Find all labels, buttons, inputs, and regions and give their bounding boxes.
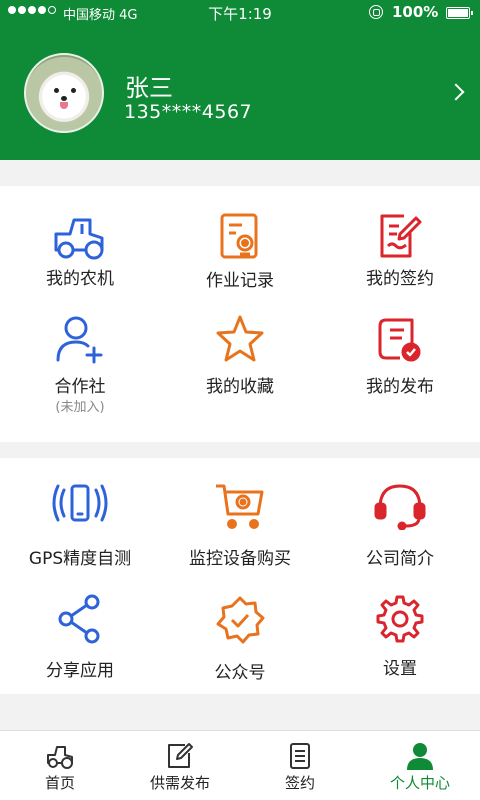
menu-item-label: 作业记录 (206, 271, 274, 291)
tractor-icon (54, 218, 104, 260)
menu-item-cooperative[interactable]: 合作社 (未加入) (0, 306, 160, 442)
menu-section-secondary: GPS精度自测 监控设备购买 公司简介 分享应用 公众号 设置 (0, 458, 480, 694)
menu-item-label: 公司简介 (366, 549, 434, 569)
menu-item-settings[interactable]: 设置 (320, 578, 480, 694)
cart-camera-icon (216, 484, 264, 529)
menu-item-my-posts[interactable]: 我的发布 (320, 306, 480, 442)
share-icon (58, 594, 100, 644)
home-tractor-icon (47, 746, 73, 769)
tab-label: 个人中心 (389, 774, 450, 792)
user-phone: 135****4567 (124, 101, 253, 123)
person-icon (407, 743, 433, 770)
tab-personal-center[interactable]: 个人中心 (360, 731, 480, 800)
menu-item-sublabel: (未加入) (55, 400, 105, 415)
menu-item-my-machinery[interactable]: 我的农机 (0, 186, 160, 306)
menu-item-label: 设置 (383, 659, 417, 679)
menu-item-label: 公众号 (214, 663, 266, 683)
tab-label: 签约 (284, 774, 315, 792)
menu-item-gps-test[interactable]: GPS精度自测 (0, 458, 160, 578)
menu-item-label: 我的农机 (46, 269, 114, 289)
gear-icon (376, 595, 424, 643)
headset-icon (374, 484, 426, 530)
menu-item-buy-monitor[interactable]: 监控设备购买 (160, 458, 320, 578)
publish-document-icon (378, 318, 421, 362)
menu-item-label: GPS精度自测 (28, 549, 132, 569)
menu-item-favorites[interactable]: 我的收藏 (160, 306, 320, 442)
user-add-icon (56, 316, 103, 364)
menu-item-my-contracts[interactable]: 我的签约 (320, 186, 480, 306)
status-bar: 中国移动 4G 下午1:19 100% (0, 0, 480, 26)
bottom-tab-bar: 首页 供需发布 签约 个人中心 (0, 730, 480, 800)
tab-label: 供需发布 (149, 774, 210, 792)
avatar[interactable] (24, 53, 104, 133)
menu-item-label: 合作社 (54, 377, 106, 397)
profile-header[interactable]: 张三 135****4567 (0, 26, 480, 160)
menu-item-label: 分享应用 (46, 661, 114, 681)
battery-percentage: 100% (392, 3, 439, 21)
record-camera-icon (220, 213, 258, 259)
menu-item-official-account[interactable]: 公众号 (160, 578, 320, 694)
battery-icon (446, 7, 473, 19)
menu-item-label: 监控设备购买 (189, 549, 291, 569)
menu-item-company-intro[interactable]: 公司简介 (320, 458, 480, 578)
menu-item-label: 我的发布 (366, 377, 434, 397)
tab-label: 首页 (44, 774, 75, 792)
menu-item-label: 我的签约 (366, 269, 434, 289)
tab-home[interactable]: 首页 (0, 731, 120, 800)
edit-icon (168, 743, 193, 768)
menu-item-share-app[interactable]: 分享应用 (0, 578, 160, 694)
chevron-right-icon[interactable] (447, 83, 465, 101)
menu-item-label: 我的收藏 (206, 377, 274, 397)
verified-badge-icon (216, 596, 265, 644)
menu-item-work-records[interactable]: 作业记录 (160, 186, 320, 306)
user-name: 张三 (125, 74, 173, 102)
rotation-lock-icon (369, 5, 383, 19)
menu-section-primary: 我的农机 作业记录 我的签约 合作社 (未加入) 我的收藏 我的发布 (0, 186, 480, 442)
gps-phone-icon (52, 484, 108, 522)
star-icon (216, 315, 264, 362)
tab-contracts[interactable]: 签约 (240, 731, 360, 800)
sign-contract-icon (380, 214, 422, 258)
tab-supply-demand[interactable]: 供需发布 (120, 731, 240, 800)
list-document-icon (290, 743, 310, 769)
